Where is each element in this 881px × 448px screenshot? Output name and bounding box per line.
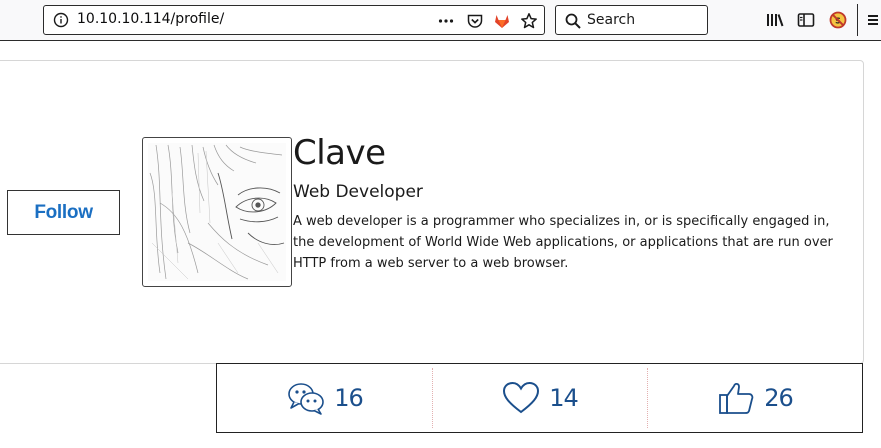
noscript-icon[interactable]: S	[828, 10, 848, 30]
bookmark-star-icon[interactable]	[520, 12, 538, 30]
profile-stats: 16 14 26	[216, 363, 863, 433]
info-icon[interactable]	[53, 12, 69, 28]
url-text[interactable]: 10.10.10.114/profile/	[77, 11, 224, 27]
address-bar[interactable]: 10.10.10.114/profile/	[43, 5, 545, 35]
search-input[interactable]: Search	[555, 5, 708, 35]
stat-likes-count: 14	[549, 384, 579, 412]
stat-comments-count: 16	[334, 384, 364, 412]
thumbs-up-icon	[719, 382, 754, 414]
stat-likes[interactable]: 14	[432, 364, 647, 432]
follow-button[interactable]: Follow	[7, 190, 120, 235]
profile-bio: A web developer is a programmer who spec…	[293, 214, 833, 271]
profile-name: Clave	[293, 133, 386, 173]
search-placeholder: Search	[587, 12, 636, 28]
browser-toolbar: 10.10.10.114/profile/ Search	[0, 0, 881, 41]
toolbar-divider	[857, 4, 858, 36]
more-icon[interactable]	[437, 12, 455, 30]
stat-comments[interactable]: 16	[217, 364, 432, 432]
avatar-sketch	[148, 143, 286, 281]
avatar	[142, 137, 292, 287]
stat-thumbs-up[interactable]: 26	[647, 364, 862, 432]
menu-icon[interactable]	[866, 10, 880, 30]
pocket-icon[interactable]	[466, 12, 484, 30]
gitlab-icon[interactable]	[493, 12, 511, 30]
heart-icon	[503, 381, 540, 414]
library-icon[interactable]	[765, 10, 785, 30]
sidebar-icon[interactable]	[796, 10, 816, 30]
chat-bubbles-icon	[288, 383, 325, 415]
profile-role: Web Developer	[293, 182, 423, 202]
stat-thumbs-up-count: 26	[764, 384, 794, 412]
search-icon	[565, 13, 581, 29]
